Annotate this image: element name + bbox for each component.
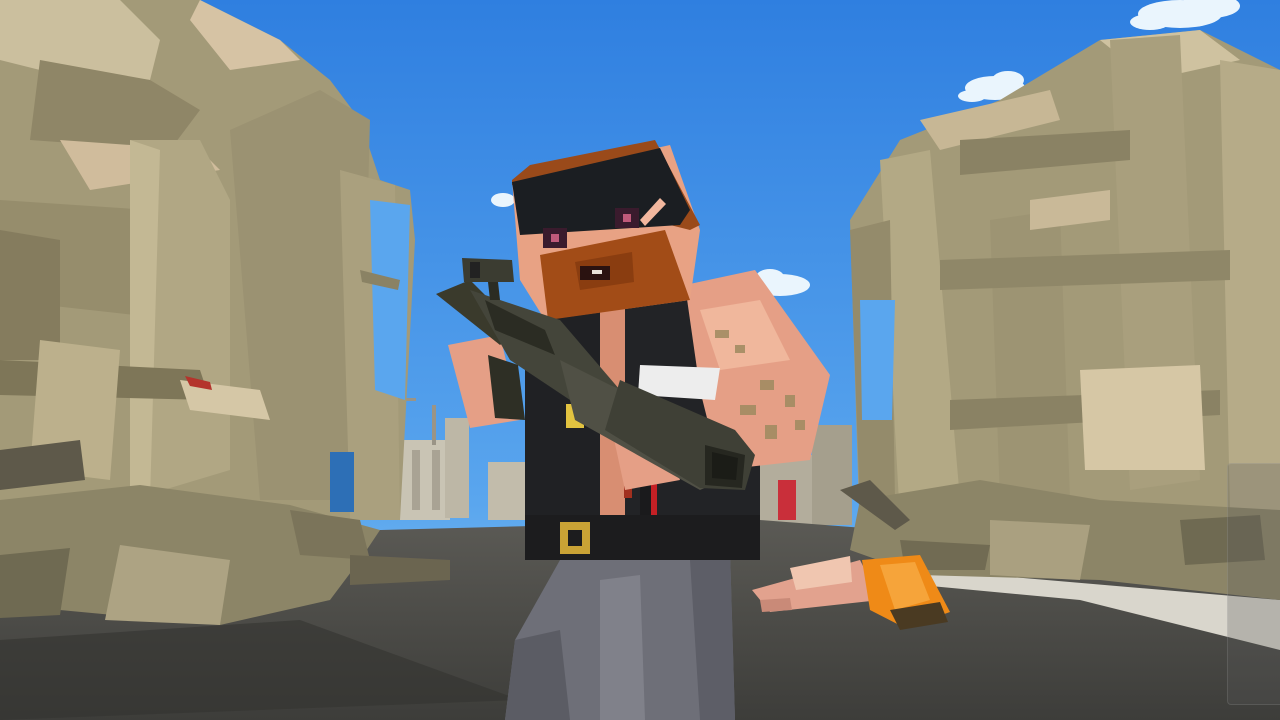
rifle-scope [462,258,514,282]
game-viewport [0,0,1280,720]
cloud [491,193,515,207]
side-control-panel[interactable] [1227,463,1280,705]
game-scene [0,0,1280,720]
